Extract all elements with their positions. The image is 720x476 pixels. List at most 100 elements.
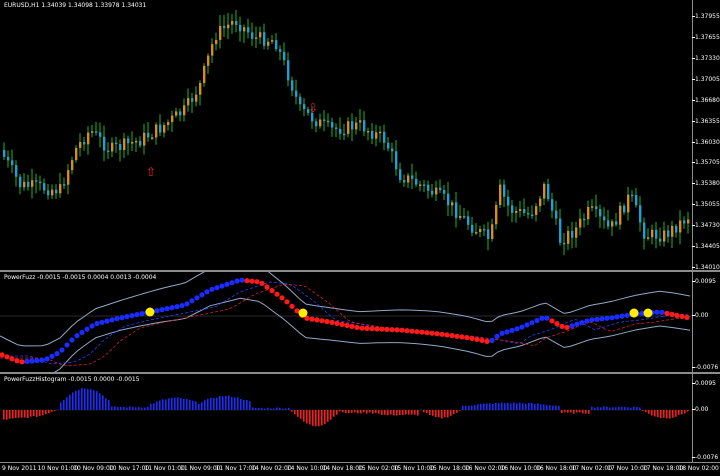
candle-body <box>395 151 398 170</box>
histogram-bar <box>360 410 362 414</box>
fuzz-dot <box>274 291 280 297</box>
candle-body <box>559 218 562 243</box>
candle-body <box>439 187 442 191</box>
fuzz-dot <box>679 313 685 319</box>
time-tick-label: 11 Nov 01:00 <box>144 465 185 472</box>
candle-body <box>503 184 506 197</box>
histogram-bar <box>33 410 35 416</box>
candle-body <box>535 206 538 215</box>
fuzz-dot <box>154 308 160 314</box>
time-tick-label: 15 Nov 18:00 <box>429 465 470 472</box>
candle-body <box>615 221 618 225</box>
histogram-bar <box>105 398 107 410</box>
histogram-bar <box>87 388 89 410</box>
fuzz-dot <box>84 326 90 332</box>
candle-body <box>199 83 202 95</box>
fuzz-dot <box>524 322 530 328</box>
fuzz-dot <box>589 317 595 323</box>
time-tick-label: 16 Nov 10:00 <box>500 465 541 472</box>
histogram-bar <box>555 405 557 410</box>
candle-body <box>263 32 266 46</box>
powerfuzz-axis: 0.0095 0.00 -0.0076 <box>691 272 720 372</box>
candle-body <box>647 237 650 239</box>
crossover-signal-dot <box>298 308 308 318</box>
histogram-bar <box>135 407 137 410</box>
price-tick-label: 1.37655 <box>692 33 720 41</box>
candle-body <box>27 181 30 187</box>
fuzz-dot <box>94 320 100 327</box>
histogram-bar <box>147 406 149 410</box>
histogram-bar <box>672 410 674 418</box>
histogram-bar <box>351 410 353 413</box>
candle-body <box>87 132 90 145</box>
fuzz-dot <box>259 280 265 286</box>
histogram-bar <box>621 406 623 410</box>
histogram-bar <box>27 410 29 418</box>
histogram-bar <box>267 407 269 410</box>
fuzz-dot <box>34 358 40 364</box>
candle-body <box>287 60 290 81</box>
histogram-bar <box>585 410 587 414</box>
fuzz-dot <box>579 320 585 326</box>
fuzz-dot <box>139 311 145 317</box>
candle-body <box>251 32 254 39</box>
histogram-bar <box>240 399 242 410</box>
fuzz-dot <box>594 316 600 322</box>
candle-body <box>183 105 186 116</box>
candle-body <box>579 218 582 228</box>
fuzz-dot <box>79 329 85 336</box>
histogram-bar <box>270 408 272 410</box>
histogram-bar <box>117 407 119 410</box>
candle-body <box>123 138 126 150</box>
candle-body <box>483 228 486 231</box>
candle-body <box>231 21 234 25</box>
histogram-bar <box>12 410 14 419</box>
histogram-bar <box>663 410 665 418</box>
price-tick-label: 1.37330 <box>692 54 720 62</box>
histogram-bar <box>480 403 482 410</box>
candle-body <box>499 184 502 206</box>
histogram-bar <box>357 410 359 414</box>
histogram-bar <box>180 398 182 410</box>
candle-body <box>471 224 474 233</box>
histogram-bar <box>636 407 638 410</box>
candle-body <box>623 205 626 213</box>
fuzz-dot <box>114 316 120 322</box>
histogram-bar <box>330 410 332 420</box>
price-tick-label: 1.36030 <box>692 138 720 146</box>
histogram-bar <box>678 410 680 415</box>
histogram-bar <box>393 410 395 416</box>
fuzz-dot <box>209 286 215 292</box>
fuzz-dot <box>574 321 580 327</box>
candle-body <box>159 124 162 133</box>
candle-body <box>43 183 46 191</box>
histogram-bar <box>6 410 8 420</box>
histogram-bar <box>450 410 452 416</box>
fuzz-dot <box>624 312 630 318</box>
candle-body <box>555 210 558 219</box>
fuzz-dot <box>609 315 615 321</box>
histogram-bar <box>51 410 53 412</box>
time-tick-label: 10 Nov 09:00 <box>73 465 114 472</box>
price-chart-pane[interactable]: EURUSD,H1 1.34039 1.34098 1.33978 1.3403… <box>0 0 692 270</box>
lower-band-line <box>54 297 691 372</box>
powerfuzz-pane[interactable]: PowerFuzz -0.0015 -0.0015 0.0004 0.0013 … <box>0 272 692 372</box>
candle-body <box>255 37 258 39</box>
crossover-signal-dot <box>629 308 639 318</box>
histogram-bar <box>498 403 500 410</box>
histogram-bar <box>294 410 296 415</box>
candle-body <box>291 80 294 91</box>
candle-body <box>643 222 646 239</box>
fuzz-dot <box>349 323 355 329</box>
fuzz-dot <box>619 313 625 319</box>
candle-body <box>247 27 250 33</box>
histogram-bar <box>69 394 71 410</box>
powerfuzz-histogram-pane[interactable]: PowerFuzzHistogram -0.0015 0.0000 -0.001… <box>0 374 692 462</box>
candle-body <box>675 225 678 233</box>
histogram-bar <box>675 410 677 417</box>
histogram-bar <box>45 410 47 415</box>
candle-body <box>19 176 22 188</box>
fuzz-dot <box>379 326 385 332</box>
candle-body <box>547 183 550 200</box>
hist-tick-label: 0.00 <box>691 406 709 413</box>
